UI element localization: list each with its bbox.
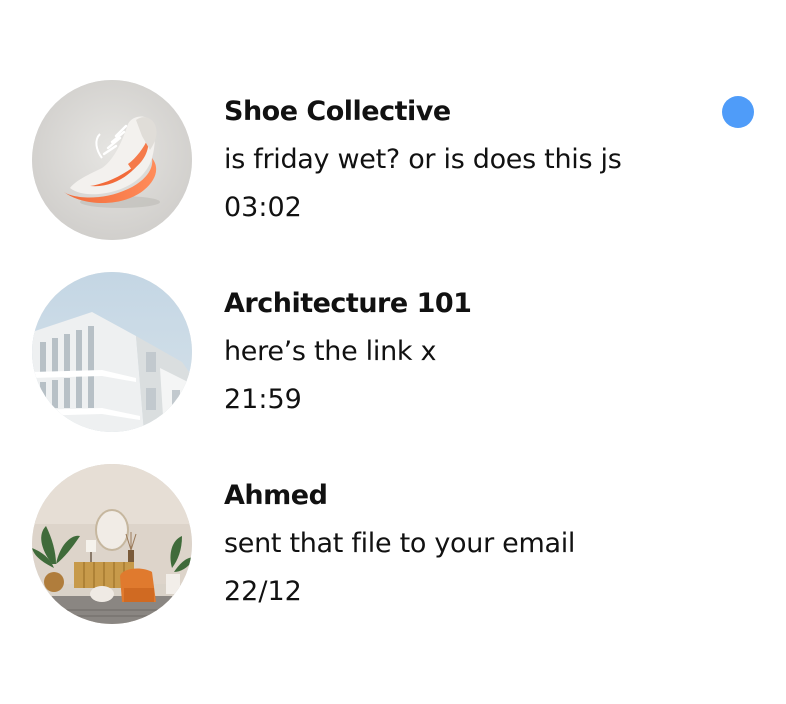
message-preview: sent that file to your email — [224, 528, 576, 559]
message-timestamp: 21:59 — [224, 384, 302, 415]
avatar-building — [32, 272, 192, 432]
message-preview: is friday wet? or is does this js — [224, 144, 622, 175]
message-preview: here’s the link x — [224, 336, 437, 367]
avatar-sneaker — [32, 80, 192, 240]
conversation-list: Shoe Collective is friday wet? or is doe… — [0, 0, 786, 704]
conversation-item-architecture-101[interactable]: Architecture 101 here’s the link x 21:59 — [0, 272, 786, 464]
conversation-name: Shoe Collective — [224, 96, 451, 127]
avatar-living-room — [32, 464, 192, 624]
message-timestamp: 03:02 — [224, 192, 302, 223]
conversation-item-ahmed[interactable]: Ahmed sent that file to your email 22/12 — [0, 464, 786, 656]
conversation-item-shoe-collective[interactable]: Shoe Collective is friday wet? or is doe… — [0, 80, 786, 272]
conversation-name: Architecture 101 — [224, 288, 472, 319]
conversation-name: Ahmed — [224, 480, 328, 511]
message-timestamp: 22/12 — [224, 576, 302, 607]
unread-indicator — [722, 96, 754, 128]
